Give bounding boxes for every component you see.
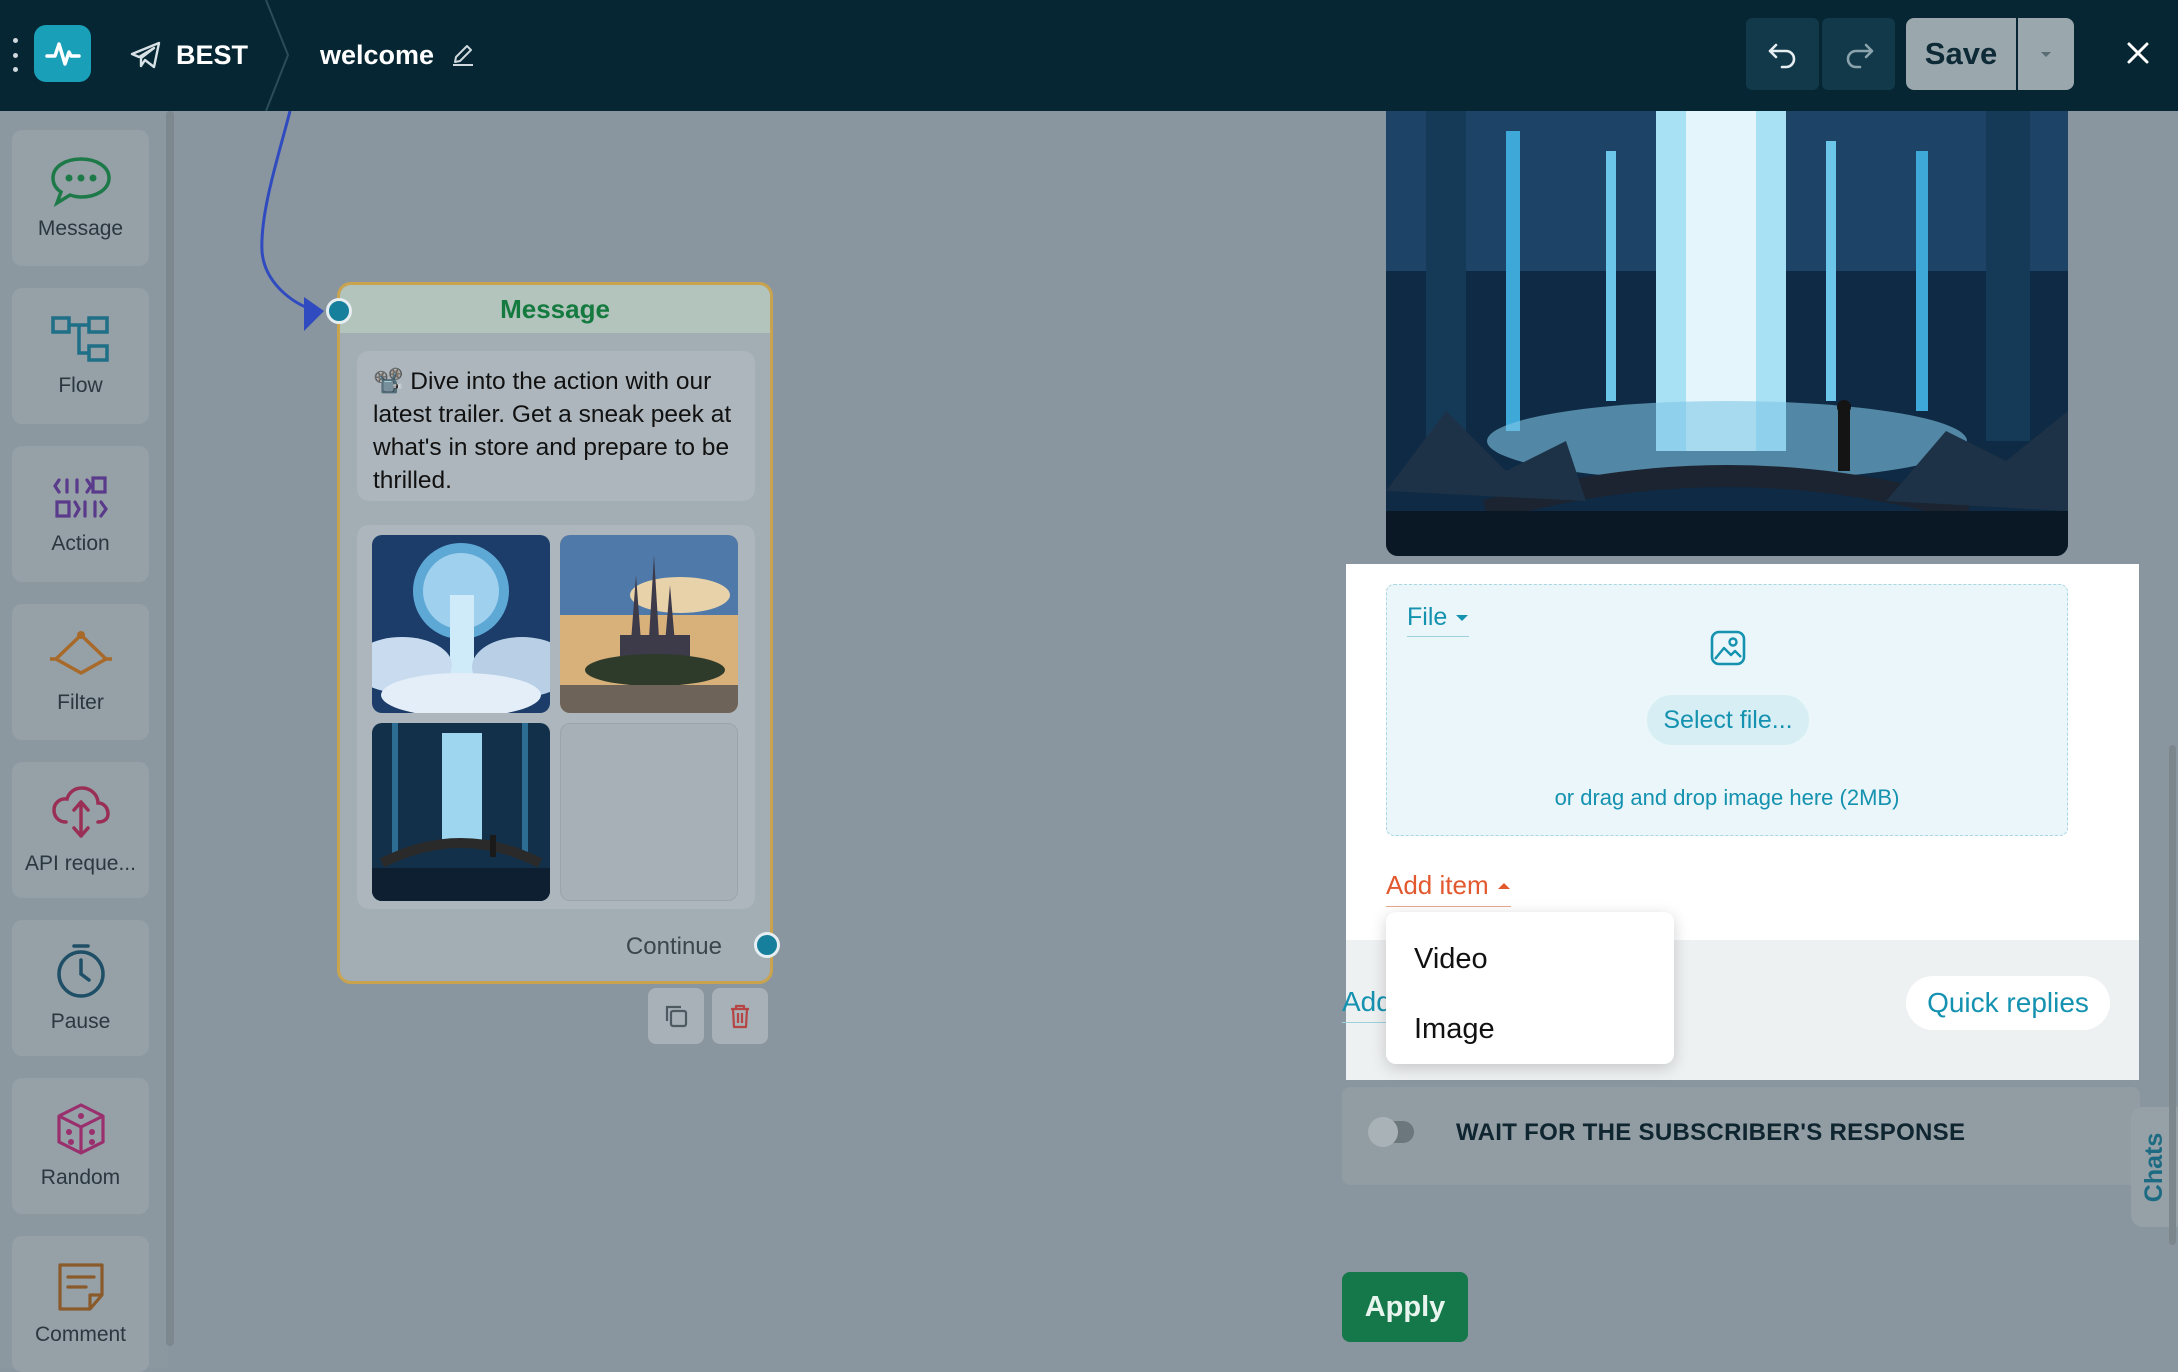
tool-label: Flow <box>58 374 103 397</box>
delete-node-button[interactable] <box>712 988 768 1044</box>
cloud-api-icon <box>51 786 110 838</box>
timer-icon <box>56 944 105 998</box>
caret-up-icon <box>1497 882 1510 889</box>
wait-response-label: WAIT FOR THE SUBSCRIBER'S RESPONSE <box>1456 1119 1966 1146</box>
sidebar-scrollbar[interactable] <box>166 111 174 1346</box>
tool-comment[interactable]: Comment <box>12 1236 149 1372</box>
source-type-select[interactable]: File <box>1407 603 1470 637</box>
tool-label: API reque... <box>25 852 136 875</box>
close-button[interactable] <box>2115 30 2161 76</box>
trash-icon <box>731 1004 749 1029</box>
chats-tab-label: Chats <box>2140 1132 2168 1202</box>
flow-icon <box>50 316 109 362</box>
node-toolbar <box>648 988 768 1044</box>
add-item-menu: Video Image <box>1386 912 1674 1064</box>
image-preview <box>1386 111 2068 556</box>
save-options-button[interactable] <box>2018 18 2074 90</box>
image-icon <box>1710 630 1746 666</box>
tool-sidebar: Message Flow Action Filter API reque... … <box>0 111 168 1372</box>
gallery-thumb-castle <box>560 535 738 713</box>
tool-api-request[interactable]: API reque... <box>12 762 149 898</box>
undo-button[interactable] <box>1746 18 1819 90</box>
add-item-label: Add item <box>1386 870 1489 900</box>
tool-label: Action <box>51 532 110 555</box>
tool-pause[interactable]: Pause <box>12 920 149 1056</box>
tool-filter[interactable]: Filter <box>12 604 149 740</box>
save-button[interactable]: Save <box>1906 18 2016 90</box>
tool-action[interactable]: Action <box>12 446 149 582</box>
flow-title: welcome <box>320 32 476 78</box>
image-dropzone[interactable]: File Select file... or drag and drop ima… <box>1386 584 2068 836</box>
filter-icon <box>49 631 112 675</box>
redo-icon <box>1846 43 1873 69</box>
toggle-knob <box>1368 1117 1398 1147</box>
tool-label: Filter <box>57 691 104 714</box>
chevron-down-icon <box>2041 52 2051 57</box>
tool-message[interactable]: Message <box>12 130 149 266</box>
menu-item-image[interactable]: Image <box>1386 994 1674 1064</box>
node-title: Message <box>340 285 770 333</box>
redo-button[interactable] <box>1822 18 1895 90</box>
breadcrumb-separator <box>265 0 290 111</box>
app-logo[interactable] <box>34 25 91 82</box>
undo-icon <box>1768 43 1795 69</box>
edit-pencil-icon[interactable] <box>450 42 476 68</box>
bot-breadcrumb[interactable]: BEST <box>130 32 248 78</box>
tool-label: Message <box>37 217 124 240</box>
apply-button[interactable]: Apply <box>1342 1272 1468 1342</box>
wait-response-row: WAIT FOR THE SUBSCRIBER'S RESPONSE <box>1342 1087 2140 1185</box>
gallery-empty-slot[interactable] <box>560 723 738 901</box>
quick-replies-button[interactable]: Quick replies <box>1906 976 2110 1030</box>
add-button[interactable]: Add <box>1342 986 1392 1023</box>
close-icon <box>2127 42 2149 64</box>
node-continue-label: Continue <box>625 933 722 960</box>
tool-flow[interactable]: Flow <box>12 288 149 424</box>
source-type-label: File <box>1407 603 1448 631</box>
copy-icon <box>665 1005 688 1028</box>
node-message-text: 📽️ Dive into the action with our latest … <box>357 351 755 501</box>
flow-name: welcome <box>320 39 435 70</box>
telegram-icon <box>130 41 161 69</box>
menu-item-video[interactable]: Video <box>1386 924 1674 994</box>
gallery-thumb-waterfall-bridge <box>372 723 550 901</box>
drop-hint: or drag and drop image here (2MB) <box>1554 785 1900 810</box>
duplicate-node-button[interactable] <box>648 988 704 1044</box>
tool-label: Random <box>40 1166 121 1189</box>
wait-response-toggle[interactable] <box>1368 1117 1414 1147</box>
tool-label: Comment <box>34 1323 127 1346</box>
tool-label: Pause <box>50 1010 111 1033</box>
dice-icon <box>56 1103 105 1155</box>
tool-random[interactable]: Random <box>12 1078 149 1214</box>
top-bar: BEST welcome Save <box>0 0 2178 111</box>
more-vertical-icon[interactable] <box>8 38 22 72</box>
comment-icon <box>57 1263 104 1311</box>
node-output-port[interactable] <box>754 932 780 958</box>
node-input-port[interactable] <box>326 298 352 324</box>
caret-down-icon <box>1456 614 1469 621</box>
bot-name: BEST <box>176 39 249 70</box>
gallery-thumb-moon-waterfall <box>372 535 550 713</box>
add-item-button[interactable]: Add item <box>1386 870 1511 907</box>
action-icon <box>52 476 108 518</box>
panel-scrollbar[interactable] <box>2169 745 2176 1245</box>
node-gallery <box>357 525 755 909</box>
select-file-button[interactable]: Select file... <box>1647 695 1809 745</box>
message-node[interactable]: Message 📽️ Dive into the action with our… <box>337 282 773 984</box>
chat-bubble-icon <box>50 157 111 207</box>
